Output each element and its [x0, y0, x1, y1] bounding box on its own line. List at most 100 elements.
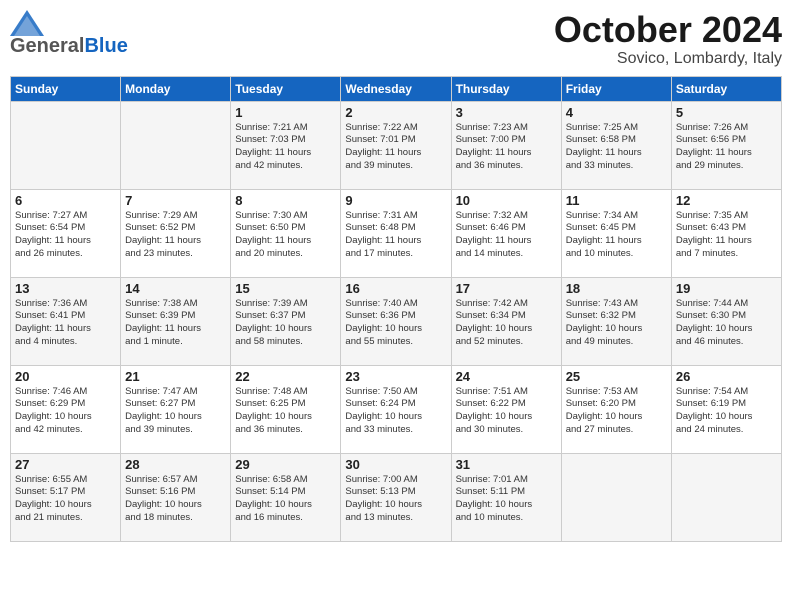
- weekday-header: Wednesday: [341, 76, 451, 101]
- day-number: 11: [566, 193, 667, 208]
- logo-general: General: [10, 35, 84, 57]
- cell-info: Sunrise: 6:55 AM Sunset: 5:17 PM Dayligh…: [15, 474, 116, 525]
- day-number: 14: [125, 281, 226, 296]
- calendar-cell: [561, 453, 671, 541]
- cell-info: Sunrise: 7:44 AM Sunset: 6:30 PM Dayligh…: [676, 298, 777, 349]
- cell-info: Sunrise: 7:36 AM Sunset: 6:41 PM Dayligh…: [15, 298, 116, 349]
- day-number: 2: [345, 105, 446, 120]
- calendar-cell: 26Sunrise: 7:54 AM Sunset: 6:19 PM Dayli…: [671, 365, 781, 453]
- cell-info: Sunrise: 7:00 AM Sunset: 5:13 PM Dayligh…: [345, 474, 446, 525]
- weekday-header: Saturday: [671, 76, 781, 101]
- cell-info: Sunrise: 7:23 AM Sunset: 7:00 PM Dayligh…: [456, 122, 557, 173]
- cell-info: Sunrise: 7:35 AM Sunset: 6:43 PM Dayligh…: [676, 210, 777, 261]
- day-number: 1: [235, 105, 336, 120]
- cell-info: Sunrise: 7:48 AM Sunset: 6:25 PM Dayligh…: [235, 386, 336, 437]
- cell-info: Sunrise: 7:26 AM Sunset: 6:56 PM Dayligh…: [676, 122, 777, 173]
- weekday-header: Thursday: [451, 76, 561, 101]
- location: Sovico, Lombardy, Italy: [554, 50, 782, 68]
- calendar-cell: 12 Sunrise: 7:35 AM Sunset: 6:43 PM Dayli…: [671, 189, 781, 277]
- calendar-cell: 5 Sunrise: 7:26 AM Sunset: 6:56 PM Daylig…: [671, 101, 781, 189]
- cell-info: Sunrise: 7:47 AM Sunset: 6:27 PM Dayligh…: [125, 386, 226, 437]
- day-number: 26: [676, 369, 777, 384]
- day-number: 5: [676, 105, 777, 120]
- calendar-cell: 13Sunrise: 7:36 AM Sunset: 6:41 PM Dayli…: [11, 277, 121, 365]
- day-number: 16: [345, 281, 446, 296]
- cell-info: Sunrise: 7:30 AM Sunset: 6:50 PM Dayligh…: [235, 210, 336, 261]
- day-number: 7: [125, 193, 226, 208]
- calendar-cell: 7 Sunrise: 7:29 AM Sunset: 6:52 PM Daylig…: [121, 189, 231, 277]
- day-number: 29: [235, 457, 336, 472]
- cell-info: Sunrise: 7:46 AM Sunset: 6:29 PM Dayligh…: [15, 386, 116, 437]
- day-number: 22: [235, 369, 336, 384]
- calendar-week-row: 20 Sunrise: 7:46 AM Sunset: 6:29 PM Dayli…: [11, 365, 782, 453]
- calendar-cell: 14Sunrise: 7:38 AM Sunset: 6:39 PM Dayli…: [121, 277, 231, 365]
- day-number: 19: [676, 281, 777, 296]
- cell-info: Sunrise: 7:31 AM Sunset: 6:48 PM Dayligh…: [345, 210, 446, 261]
- cell-info: Sunrise: 7:22 AM Sunset: 7:01 PM Dayligh…: [345, 122, 446, 173]
- calendar-cell: 25Sunrise: 7:53 AM Sunset: 6:20 PM Dayli…: [561, 365, 671, 453]
- cell-info: Sunrise: 7:40 AM Sunset: 6:36 PM Dayligh…: [345, 298, 446, 349]
- calendar-cell: 23Sunrise: 7:50 AM Sunset: 6:24 PM Dayli…: [341, 365, 451, 453]
- logo: GeneralBlue: [10, 10, 128, 56]
- day-number: 6: [15, 193, 116, 208]
- calendar-cell: 10 Sunrise: 7:32 AM Sunset: 6:46 PM Dayli…: [451, 189, 561, 277]
- calendar-cell: 8 Sunrise: 7:30 AM Sunset: 6:50 PM Daylig…: [231, 189, 341, 277]
- cell-info: Sunrise: 7:42 AM Sunset: 6:34 PM Dayligh…: [456, 298, 557, 349]
- calendar-cell: 17 Sunrise: 7:42 AM Sunset: 6:34 PM Dayli…: [451, 277, 561, 365]
- cell-info: Sunrise: 7:51 AM Sunset: 6:22 PM Dayligh…: [456, 386, 557, 437]
- title-block: October 2024 Sovico, Lombardy, Italy: [554, 10, 782, 68]
- day-number: 4: [566, 105, 667, 120]
- day-number: 20: [15, 369, 116, 384]
- cell-info: Sunrise: 7:21 AM Sunset: 7:03 PM Dayligh…: [235, 122, 336, 173]
- calendar-cell: 16 Sunrise: 7:40 AM Sunset: 6:36 PM Dayli…: [341, 277, 451, 365]
- calendar-cell: 1 Sunrise: 7:21 AM Sunset: 7:03 PM Daylig…: [231, 101, 341, 189]
- weekday-header: Friday: [561, 76, 671, 101]
- calendar-week-row: 27 Sunrise: 6:55 AM Sunset: 5:17 PM Dayli…: [11, 453, 782, 541]
- calendar-cell: [11, 101, 121, 189]
- day-number: 27: [15, 457, 116, 472]
- calendar-cell: 19 Sunrise: 7:44 AM Sunset: 6:30 PM Dayli…: [671, 277, 781, 365]
- page-header: GeneralBlue October 2024 Sovico, Lombard…: [10, 10, 782, 68]
- calendar-cell: 4 Sunrise: 7:25 AM Sunset: 6:58 PM Daylig…: [561, 101, 671, 189]
- calendar-cell: 30 Sunrise: 7:00 AM Sunset: 5:13 PM Dayli…: [341, 453, 451, 541]
- calendar-cell: 29 Sunrise: 6:58 AM Sunset: 5:14 PM Dayli…: [231, 453, 341, 541]
- cell-info: Sunrise: 7:43 AM Sunset: 6:32 PM Dayligh…: [566, 298, 667, 349]
- calendar-cell: 15 Sunrise: 7:39 AM Sunset: 6:37 PM Dayli…: [231, 277, 341, 365]
- calendar-cell: 27 Sunrise: 6:55 AM Sunset: 5:17 PM Dayli…: [11, 453, 121, 541]
- calendar-cell: [671, 453, 781, 541]
- calendar-week-row: 1 Sunrise: 7:21 AM Sunset: 7:03 PM Daylig…: [11, 101, 782, 189]
- cell-info: Sunrise: 6:57 AM Sunset: 5:16 PM Dayligh…: [125, 474, 226, 525]
- day-number: 23: [345, 369, 446, 384]
- day-number: 12: [676, 193, 777, 208]
- cell-info: Sunrise: 7:32 AM Sunset: 6:46 PM Dayligh…: [456, 210, 557, 261]
- calendar-cell: 11 Sunrise: 7:34 AM Sunset: 6:45 PM Dayli…: [561, 189, 671, 277]
- logo-blue: Blue: [84, 35, 127, 57]
- cell-info: Sunrise: 7:25 AM Sunset: 6:58 PM Dayligh…: [566, 122, 667, 173]
- weekday-header: Sunday: [11, 76, 121, 101]
- calendar-week-row: 13Sunrise: 7:36 AM Sunset: 6:41 PM Dayli…: [11, 277, 782, 365]
- calendar-cell: 3 Sunrise: 7:23 AM Sunset: 7:00 PM Daylig…: [451, 101, 561, 189]
- calendar-cell: 21 Sunrise: 7:47 AM Sunset: 6:27 PM Dayli…: [121, 365, 231, 453]
- cell-info: Sunrise: 7:39 AM Sunset: 6:37 PM Dayligh…: [235, 298, 336, 349]
- calendar-cell: 20 Sunrise: 7:46 AM Sunset: 6:29 PM Dayli…: [11, 365, 121, 453]
- calendar-cell: 9Sunrise: 7:31 AM Sunset: 6:48 PM Daylig…: [341, 189, 451, 277]
- weekday-header: Tuesday: [231, 76, 341, 101]
- day-number: 8: [235, 193, 336, 208]
- calendar-week-row: 6Sunrise: 7:27 AM Sunset: 6:54 PM Daylig…: [11, 189, 782, 277]
- cell-info: Sunrise: 7:53 AM Sunset: 6:20 PM Dayligh…: [566, 386, 667, 437]
- cell-info: Sunrise: 7:34 AM Sunset: 6:45 PM Dayligh…: [566, 210, 667, 261]
- day-number: 15: [235, 281, 336, 296]
- calendar-cell: 31Sunrise: 7:01 AM Sunset: 5:11 PM Dayli…: [451, 453, 561, 541]
- day-number: 30: [345, 457, 446, 472]
- calendar-cell: 18Sunrise: 7:43 AM Sunset: 6:32 PM Dayli…: [561, 277, 671, 365]
- day-number: 28: [125, 457, 226, 472]
- weekday-header-row: SundayMondayTuesdayWednesdayThursdayFrid…: [11, 76, 782, 101]
- weekday-header: Monday: [121, 76, 231, 101]
- day-number: 17: [456, 281, 557, 296]
- cell-info: Sunrise: 6:58 AM Sunset: 5:14 PM Dayligh…: [235, 474, 336, 525]
- day-number: 3: [456, 105, 557, 120]
- calendar-cell: 22 Sunrise: 7:48 AM Sunset: 6:25 PM Dayli…: [231, 365, 341, 453]
- day-number: 10: [456, 193, 557, 208]
- cell-info: Sunrise: 7:29 AM Sunset: 6:52 PM Dayligh…: [125, 210, 226, 261]
- day-number: 21: [125, 369, 226, 384]
